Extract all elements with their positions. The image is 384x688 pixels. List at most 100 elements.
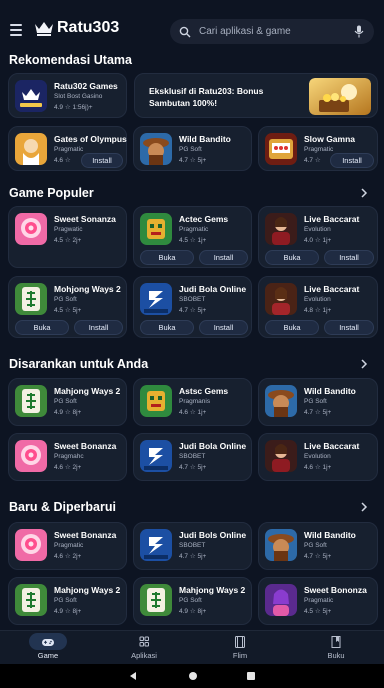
app-name: Slow Gamna: [304, 134, 356, 144]
app-card-actec-gems[interactable]: Actec Gems Pragmatic 4.5 ☆ 1j+ Buka Inst…: [133, 206, 252, 268]
gamepad-icon: [42, 639, 54, 646]
app-name: Live Baccarat: [304, 214, 360, 224]
app-developer: Pragmahc: [54, 453, 84, 460]
app-card-mohjong-ways-2[interactable]: Mohjong Ways 2 PG Soft 4.5 ☆ 5j+ Buka In…: [8, 276, 127, 338]
search-bar[interactable]: Cari aplikasi & game: [170, 19, 374, 44]
aztec-mask-icon: [140, 385, 172, 417]
open-button[interactable]: Buka: [140, 320, 194, 335]
slot-machine-icon: [265, 133, 297, 165]
app-rating: 4.6 ☆ 1j+: [304, 464, 332, 471]
app-icon: [15, 529, 47, 561]
book-icon: [331, 636, 341, 648]
app-card-mahjong-ways-2[interactable]: Mahjong Ways 2 PG Soft 4.9 ☆ 8j+: [8, 378, 127, 426]
app-card-slow-gamna[interactable]: Slow Gamna Pragmatic 4.7 ☆ Install: [258, 126, 378, 171]
sbobet-icon: [140, 440, 172, 472]
back-icon[interactable]: [128, 671, 138, 681]
app-card-sweet-bononza[interactable]: Sweet Bononza Pragmatic 4.5 ☆ 5j+: [258, 577, 378, 625]
app-rating: 4.7 ☆: [304, 157, 321, 164]
open-button[interactable]: Buka: [265, 250, 319, 265]
mic-icon[interactable]: [354, 25, 364, 38]
app-card-sweet-bonanza[interactable]: Sweet Bonanza Pragmahc 4.6 ☆ 2j+: [8, 433, 127, 481]
app-developer: Evolution: [304, 296, 331, 303]
app-rating: 4.9 ☆ 8j+: [54, 608, 82, 615]
app-name: Ratu302 Games: [54, 81, 118, 91]
app-rating: 4.5 ☆ 2j+: [54, 237, 82, 244]
app-card-wild-bandito[interactable]: Wild Bandito PG Soft 4.7 ☆ 5j+: [258, 522, 378, 570]
app-name: Live Baccarat: [304, 284, 360, 294]
open-button[interactable]: Buka: [15, 320, 69, 335]
nav-item-game[interactable]: Game: [0, 631, 96, 665]
app-rating: 4.6 ☆: [54, 157, 71, 164]
install-button[interactable]: Install: [199, 320, 248, 335]
app-card-gates-of-olympus[interactable]: Gates of Olympus Pragmatic 4.6 ☆ Install: [8, 126, 127, 171]
app-card-judi-bola-online[interactable]: Judi Bola Online SBOBET 4.7 ☆ 5j+ Buka I…: [133, 276, 252, 338]
recents-icon[interactable]: [246, 671, 256, 681]
app-developer: Evolution: [304, 226, 331, 233]
app-rating: 4.5 ☆ 5j+: [54, 307, 82, 314]
search-input[interactable]: Cari aplikasi & game: [199, 26, 354, 37]
app-rating: 4.8 ☆ 1j+: [304, 307, 332, 314]
app-name: Mohjong Ways 2: [54, 284, 121, 294]
install-button[interactable]: Install: [74, 320, 123, 335]
app-rating: 4.7 ☆ 5j+: [304, 409, 332, 416]
app-developer: Pragmatic: [54, 542, 84, 549]
app-card-mahjong-ways-2b[interactable]: Mahjong Ways 2 PG Soft 4.9 ☆ 8j+: [133, 577, 252, 625]
apps-grid-icon: [139, 636, 149, 647]
brand-logo[interactable]: Ratu303: [34, 19, 119, 37]
app-card-astsc-gems[interactable]: Astsc Gems Pragmanis 4.6 ☆ 1j+: [133, 378, 252, 426]
install-button[interactable]: Install: [324, 250, 374, 265]
app-developer: Evolution: [304, 453, 331, 460]
open-button[interactable]: Buka: [140, 250, 194, 265]
app-card-mahjong-ways-2[interactable]: Mahjong Ways 2 PG Soft 4.9 ☆ 8j+: [8, 577, 127, 625]
app-card-judi-bola-online[interactable]: Judi Bola Online SBOBET 4.7 ☆ 5j+: [133, 433, 252, 481]
app-icon: [15, 385, 47, 417]
install-button[interactable]: Install: [324, 320, 374, 335]
nav-item-aplikasi[interactable]: Aplikasi: [96, 631, 192, 665]
app-rating: 4.7 ☆ 5j+: [179, 553, 207, 560]
chevron-right-icon[interactable]: [360, 502, 368, 512]
app-card-live-baccarat[interactable]: Live Baccarat Evolution 4.6 ☆ 1j+: [258, 433, 378, 481]
app-icon: [265, 584, 297, 616]
app-name: Mahjong Ways 2: [54, 386, 121, 396]
aztec-mask-icon: [140, 213, 172, 245]
app-name: Mahjong Ways 2: [54, 585, 121, 595]
app-card-wild-bandito[interactable]: Wild Bandito PG Soft 4.7 ☆ 5j+: [133, 126, 252, 171]
app-card-live-baccarat[interactable]: Live Baccarat Evolution 4.0 ☆ 1j+ Buka I…: [258, 206, 378, 268]
app-developer: PG Soft: [54, 597, 77, 604]
app-icon: [265, 283, 297, 315]
nav-label: Buku: [327, 651, 345, 660]
install-button[interactable]: Install: [330, 153, 374, 168]
mahjong-tile-icon: [140, 584, 172, 616]
lollipop-icon: [15, 440, 47, 472]
app-card-sweet-bonanza[interactable]: Sweet Bonanza Pragmatic 4.6 ☆ 2j+: [8, 522, 127, 570]
featured-app-card[interactable]: Ratu302 Games Slot Bost Gasino 4.9 ☆ 1:5…: [8, 73, 127, 118]
app-icon: [15, 80, 47, 112]
menu-icon[interactable]: [10, 24, 22, 36]
nav-item-buku[interactable]: Buku: [288, 631, 384, 665]
app-card-judi-bols-online[interactable]: Judi Bols Online SBOBET 4.7 ☆ 5j+: [133, 522, 252, 570]
dealer-icon: [265, 440, 297, 472]
open-button[interactable]: Buka: [265, 320, 319, 335]
app-name: Judi Bola Online: [179, 441, 247, 451]
chevron-right-icon[interactable]: [360, 359, 368, 369]
promo-banner[interactable]: Eksklusif di Ratu203: Bonus Sambutan 100…: [134, 73, 378, 118]
app-icon: [15, 584, 47, 616]
dealer-icon: [265, 213, 297, 245]
app-icon: [140, 529, 172, 561]
app-name: Live Baccarat: [304, 441, 360, 451]
nav-label: Flim: [232, 651, 248, 660]
app-card-wild-bandito[interactable]: Wild Bandito PG Soft 4.7 ☆ 5j+: [258, 378, 378, 426]
app-card-live-baccarat-2[interactable]: Live Baccarat Evolution 4.8 ☆ 1j+ Buka I…: [258, 276, 378, 338]
install-button[interactable]: Install: [199, 250, 248, 265]
home-icon[interactable]: [188, 671, 198, 681]
app-card-sweet-sonanza[interactable]: Sweet Sonanza Pragwatic 4.5 ☆ 2j+: [8, 206, 127, 268]
app-developer: PG Soft: [54, 398, 77, 405]
app-developer: Pragmatic: [54, 146, 84, 153]
app-icon: [140, 584, 172, 616]
nav-item-flim[interactable]: Flim: [192, 631, 288, 665]
dealer-icon: [265, 283, 297, 315]
chevron-right-icon[interactable]: [360, 188, 368, 198]
app-developer: PG Soft: [179, 146, 202, 153]
install-button[interactable]: Install: [81, 153, 123, 168]
bandito-icon: [265, 529, 297, 561]
